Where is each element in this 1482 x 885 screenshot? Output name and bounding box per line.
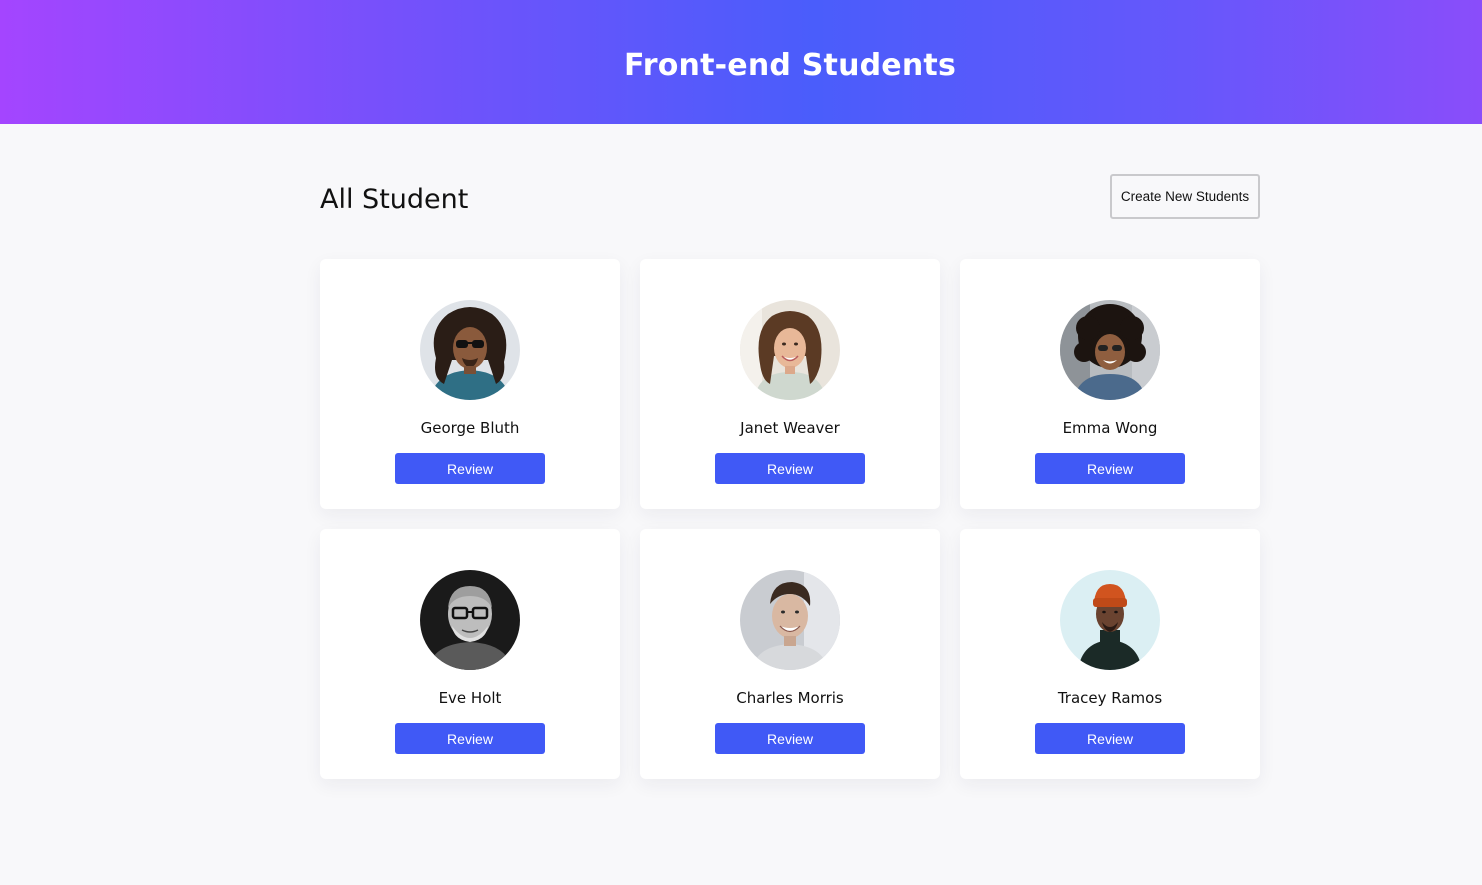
page-title: Front-end Students <box>623 47 957 83</box>
student-name: Charles Morris <box>736 689 844 707</box>
student-card: Eve Holt Review <box>320 529 620 779</box>
student-name: Tracey Ramos <box>1057 689 1163 707</box>
review-button[interactable]: Review <box>395 723 545 754</box>
student-avatar <box>740 570 840 670</box>
student-avatar <box>1060 300 1160 400</box>
student-name: Janet Weaver <box>740 419 840 437</box>
review-button[interactable]: Review <box>715 723 865 754</box>
review-button[interactable]: Review <box>1035 723 1185 754</box>
student-card: Charles Morris Review <box>640 529 940 779</box>
section-title: All Student <box>320 184 469 215</box>
page-header: Front-end Students <box>0 0 1482 124</box>
student-card: Janet Weaver Review <box>640 259 940 509</box>
student-avatar <box>420 300 520 400</box>
review-button[interactable]: Review <box>395 453 545 484</box>
student-name: Emma Wong <box>1062 419 1158 437</box>
review-button[interactable]: Review <box>1035 453 1185 484</box>
student-avatar <box>420 570 520 670</box>
student-name: Eve Holt <box>438 689 502 707</box>
student-avatar <box>1060 570 1160 670</box>
student-name: George Bluth <box>420 419 520 437</box>
student-card: Emma Wong Review <box>960 259 1260 509</box>
review-button[interactable]: Review <box>715 453 865 484</box>
student-card: Tracey Ramos Review <box>960 529 1260 779</box>
section-header: All Student Create New Students <box>320 124 1260 259</box>
student-card: George Bluth Review <box>320 259 620 509</box>
main-content: All Student Create New Students George B… <box>320 124 1260 779</box>
student-avatar <box>740 300 840 400</box>
student-grid: George Bluth Review Janet Weaver Review … <box>320 259 1260 779</box>
create-new-students-button[interactable]: Create New Students <box>1110 174 1260 219</box>
